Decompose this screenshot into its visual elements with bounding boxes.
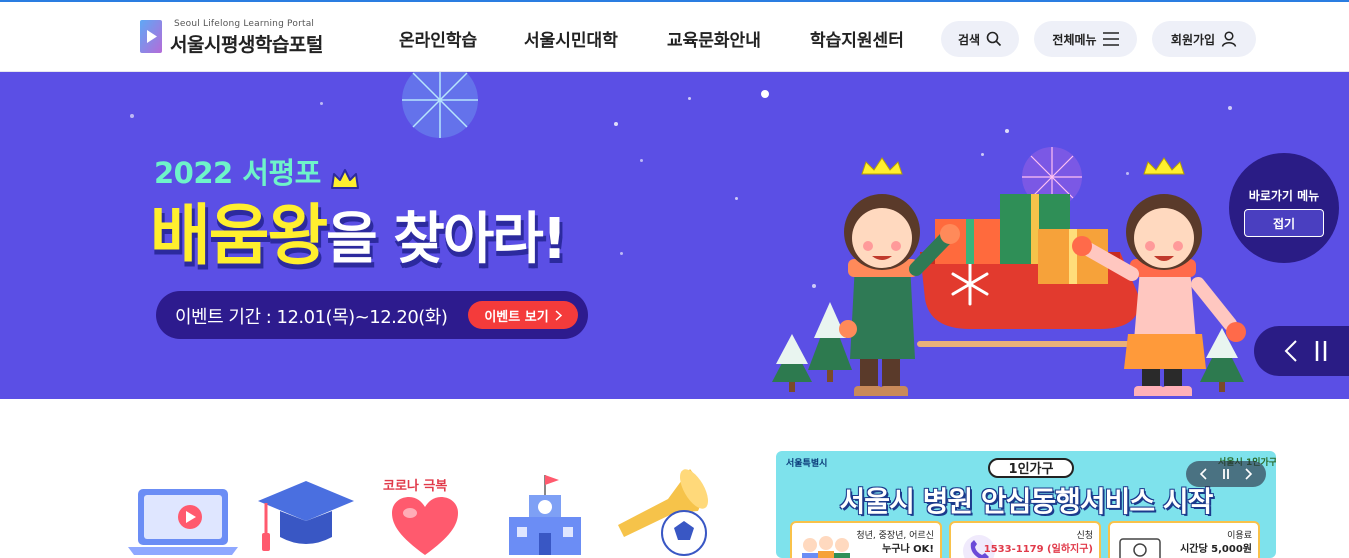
nav-seoul-citizen-university[interactable]: 서울시민대학 xyxy=(524,26,618,51)
chevron-left-icon[interactable] xyxy=(1199,468,1207,480)
nav-online-learning[interactable]: 온라인학습 xyxy=(399,26,477,51)
promo-card-target: 청년, 중장년, 어르신 누구나 OK! xyxy=(790,521,942,558)
star-decoration xyxy=(320,102,323,105)
page: Seoul Lifelong Learning Portal 서울시평생학습포털… xyxy=(0,0,1349,558)
event-period-text: 이벤트 기간 : 12.01(목)~12.20(화) xyxy=(175,307,448,328)
hamburger-icon xyxy=(1102,32,1119,46)
pause-icon[interactable] xyxy=(1222,468,1230,480)
promo-card-line1: 이용료 xyxy=(1227,531,1252,541)
promo-card-text: 청년, 중장년, 어르신 누구나 OK! xyxy=(856,529,934,557)
site-logo[interactable]: Seoul Lifelong Learning Portal 서울시평생학습포털 xyxy=(140,18,350,58)
logo-english-text: Seoul Lifelong Learning Portal xyxy=(174,19,315,29)
signup-label: 회원가입 xyxy=(1170,32,1216,47)
user-icon xyxy=(1221,31,1237,47)
promo-slider-controls xyxy=(1186,461,1266,487)
promo-card-fee: 이용료 시간당 5,000원 xyxy=(1108,521,1260,558)
star-decoration xyxy=(761,90,769,98)
money-icon xyxy=(1119,538,1161,558)
banner-title: 배움왕을 찾아라! xyxy=(150,182,567,278)
promo-card-apply: 신청 1533-1179 (일하지구) xyxy=(949,521,1101,558)
promo-card-line2: 1533-1179 (일하지구) xyxy=(983,544,1093,555)
promo-org-text: 서울특별시 xyxy=(786,459,828,469)
logo-korean-text: 서울시평생학습포털 xyxy=(170,34,323,56)
search-label: 검색 xyxy=(957,32,981,47)
promo-tag: 1인가구 xyxy=(988,458,1074,478)
tree-icon xyxy=(772,334,812,392)
search-icon xyxy=(986,31,1002,47)
search-button[interactable]: 검색 xyxy=(941,21,1019,57)
star-decoration xyxy=(1228,106,1232,110)
graduation-cap-icon[interactable] xyxy=(256,477,356,558)
video-lecture-icon[interactable] xyxy=(128,485,240,558)
star-decoration xyxy=(130,114,134,118)
firework-decoration xyxy=(402,72,478,138)
nav-learning-support[interactable]: 학습지원센터 xyxy=(810,26,904,51)
main-event-banner[interactable]: 2022 서평포 배움왕을 찾아라! 이벤트 기간 : 12.01(목)~12.… xyxy=(0,72,1349,399)
nav-education-culture[interactable]: 교육문화안내 xyxy=(667,26,761,51)
promo-card-line2: 시간당 5,000원 xyxy=(1180,544,1252,555)
chevron-right-icon xyxy=(555,309,562,321)
christmas-kids-illustration xyxy=(772,157,1246,396)
star-decoration xyxy=(620,252,623,255)
promo-card-text: 신청 1533-1179 (일하지구) xyxy=(984,529,1093,557)
heart-icon[interactable] xyxy=(390,495,460,558)
all-menu-label: 전체메뉴 xyxy=(1052,32,1097,47)
quick-menu-collapse-button[interactable]: 접기 xyxy=(1244,209,1324,237)
event-period-pill: 이벤트 기간 : 12.01(목)~12.20(화) 이벤트 보기 xyxy=(156,291,588,339)
promo-title: 서울시 병원 안심동행서비스 시작 xyxy=(839,485,1214,518)
corona-label: 코로나 극복 xyxy=(383,479,448,494)
all-menu-button[interactable]: 전체메뉴 xyxy=(1034,21,1137,57)
banner-title-highlight: 배움왕 xyxy=(150,197,328,274)
chevron-right-icon[interactable] xyxy=(1245,468,1253,480)
signup-button[interactable]: 회원가입 xyxy=(1152,21,1256,57)
promo-card-line1: 청년, 중장년, 어르신 xyxy=(856,531,934,541)
event-view-button[interactable]: 이벤트 보기 xyxy=(468,301,578,329)
star-decoration xyxy=(688,97,691,100)
people-icon xyxy=(802,536,850,558)
school-building-icon[interactable] xyxy=(505,473,585,558)
banner-title-rest: 을 찾아라! xyxy=(326,207,567,272)
pause-icon[interactable] xyxy=(1315,340,1327,362)
promo-card-line2: 누구나 OK! xyxy=(882,544,934,555)
quick-menu: 바로가기 메뉴 접기 xyxy=(1229,153,1339,263)
site-header: Seoul Lifelong Learning Portal 서울시평생학습포털… xyxy=(0,2,1349,72)
event-view-label: 이벤트 보기 xyxy=(484,309,549,325)
chevron-left-icon[interactable] xyxy=(1284,340,1298,362)
quick-icon-row: 코로나 극복 xyxy=(120,455,720,558)
star-decoration xyxy=(640,159,643,162)
logo-play-icon xyxy=(140,20,162,53)
promo-card-text: 이용료 시간당 5,000원 xyxy=(1180,529,1252,557)
star-decoration xyxy=(735,197,738,200)
promo-banner[interactable]: 서울특별시 서울시 1인가구 1인가구 서울시 병원 안심동행서비스 시작 청년… xyxy=(776,451,1276,558)
trumpet-ball-icon[interactable] xyxy=(608,461,708,558)
quick-menu-title: 바로가기 메뉴 xyxy=(1248,189,1320,203)
star-decoration xyxy=(614,122,618,126)
promo-card-line1: 신청 xyxy=(1076,531,1093,541)
banner-slider-controls xyxy=(1254,326,1349,376)
